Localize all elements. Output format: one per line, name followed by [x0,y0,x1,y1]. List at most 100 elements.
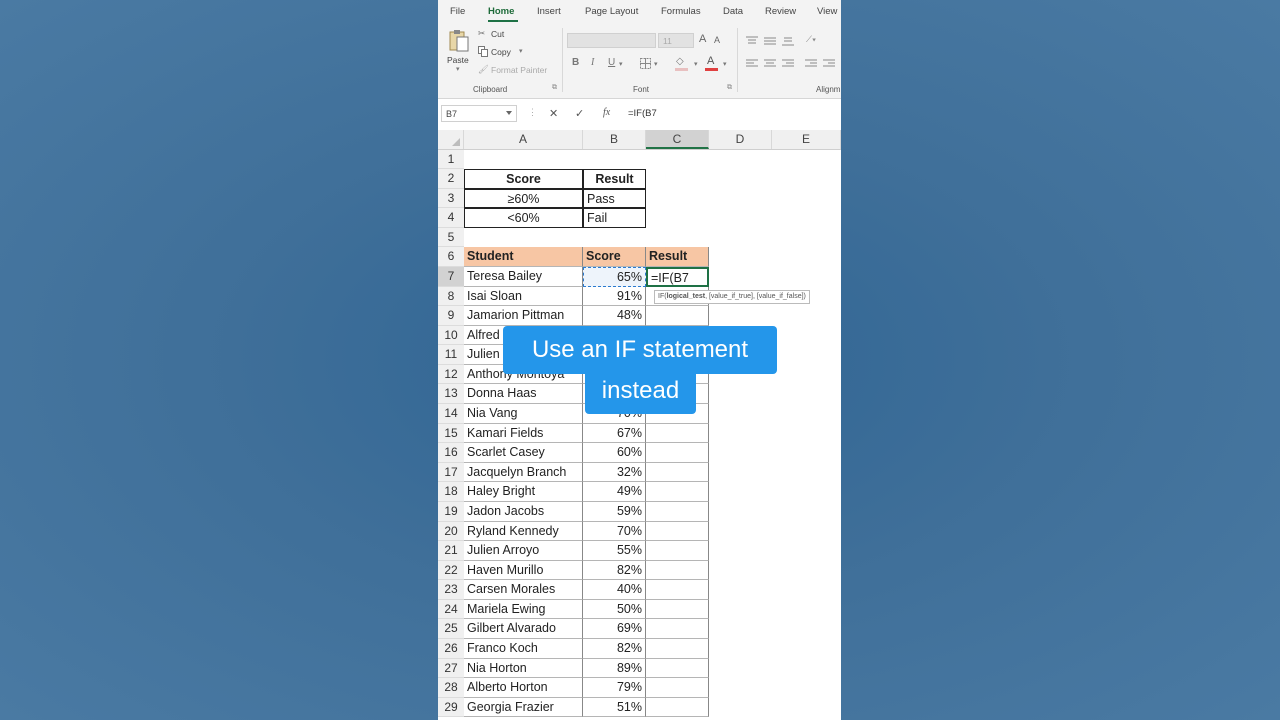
student-name-cell[interactable]: Nia Vang [464,404,583,424]
row-header-28[interactable]: 28 [438,678,464,698]
result-cell[interactable] [646,678,709,698]
tab-formulas[interactable]: Formulas [661,6,701,17]
result-cell[interactable] [646,639,709,659]
row-header-8[interactable]: 8 [438,286,464,307]
score-cell[interactable]: 70% [583,521,646,542]
column-header-d[interactable]: D [709,130,772,149]
result-cell[interactable] [646,619,709,639]
underline-button[interactable]: U [608,57,615,68]
result-cell[interactable] [646,658,709,679]
student-name-cell[interactable]: Isai Sloan [464,286,583,307]
criteria-header-result[interactable]: Result [583,169,646,189]
row-header-16[interactable]: 16 [438,443,464,463]
align-top-icon[interactable] [746,36,758,46]
row-header-24[interactable]: 24 [438,599,464,620]
align-left-icon[interactable] [746,59,758,69]
student-name-cell[interactable]: Nia Horton [464,658,583,679]
row-header-1[interactable]: 1 [438,149,464,170]
student-name-cell[interactable]: Jamarion Pittman [464,306,583,326]
student-name-cell[interactable]: Georgia Frazier [464,697,583,718]
criteria-result-cell[interactable]: Pass [583,188,646,209]
orientation-icon[interactable]: ⟋▾ [806,34,816,45]
column-header-c[interactable]: C [646,130,709,149]
formula-input[interactable]: =IF(B7 [628,108,657,119]
borders-dropdown-icon[interactable]: ▾ [654,60,658,68]
criteria-score-cell[interactable]: <60% [464,208,583,228]
score-cell[interactable]: 49% [583,482,646,502]
score-cell[interactable]: 82% [583,560,646,581]
score-cell[interactable]: 40% [583,580,646,600]
align-middle-icon[interactable] [764,36,776,46]
score-cell[interactable]: 79% [583,678,646,698]
result-cell[interactable] [646,482,709,502]
student-name-cell[interactable]: Teresa Bailey [464,266,583,287]
align-center-icon[interactable] [764,59,776,69]
student-name-cell[interactable]: Ryland Kennedy [464,521,583,542]
row-header-18[interactable]: 18 [438,482,464,502]
tab-insert[interactable]: Insert [537,6,561,17]
student-name-cell[interactable]: Alberto Horton [464,678,583,698]
result-cell[interactable] [646,697,709,718]
row-header-13[interactable]: 13 [438,384,464,405]
row-header-17[interactable]: 17 [438,462,464,483]
student-name-cell[interactable]: Gilbert Alvarado [464,619,583,639]
row-header-26[interactable]: 26 [438,639,464,659]
score-cell[interactable]: 69% [583,619,646,639]
italic-button[interactable]: I [591,57,594,68]
row-header-3[interactable]: 3 [438,188,464,209]
student-name-cell[interactable]: Jadon Jacobs [464,501,583,522]
tab-page-layout[interactable]: Page Layout [585,6,638,17]
column-header-e[interactable]: E [772,130,841,149]
criteria-result-cell[interactable]: Fail [583,208,646,228]
score-cell[interactable]: 50% [583,599,646,620]
row-header-22[interactable]: 22 [438,560,464,581]
student-name-cell[interactable]: Scarlet Casey [464,443,583,463]
fill-color-dropdown-icon[interactable]: ▾ [694,60,698,68]
row-header-21[interactable]: 21 [438,541,464,561]
column-header-a[interactable]: A [464,130,583,149]
font-name-select[interactable] [567,33,656,48]
cancel-formula-button[interactable]: ✕ [549,107,558,120]
row-header-29[interactable]: 29 [438,697,464,718]
result-cell[interactable] [646,306,709,326]
student-name-cell[interactable]: Kamari Fields [464,423,583,444]
tab-home[interactable]: Home [488,6,514,17]
row-header-7[interactable]: 7 [438,266,464,287]
row-header-11[interactable]: 11 [438,345,464,365]
tab-file[interactable]: File [450,6,465,17]
tab-data[interactable]: Data [723,6,743,17]
row-header-25[interactable]: 25 [438,619,464,639]
row-header-9[interactable]: 9 [438,306,464,326]
decrease-indent-icon[interactable] [805,59,817,69]
score-cell[interactable]: 60% [583,443,646,463]
shrink-font-button[interactable]: A [714,35,720,45]
borders-icon[interactable] [640,58,652,70]
underline-dropdown-icon[interactable]: ▾ [619,60,623,68]
align-bottom-icon[interactable] [782,36,794,46]
score-cell[interactable]: 67% [583,423,646,444]
enter-formula-button[interactable]: ✓ [575,107,584,120]
worksheet-grid[interactable]: A B C D E 1 2 3 4 5 6 7 8 9 10 11 12 13 14 15 16 17 18 19 2… [438,130,841,720]
score-cell[interactable]: 91% [583,286,646,307]
student-name-cell[interactable]: Jacquelyn Branch [464,462,583,483]
result-cell[interactable] [646,462,709,483]
result-cell[interactable] [646,501,709,522]
fill-color-button[interactable]: ◇ [675,56,691,72]
student-name-cell[interactable]: Carsen Morales [464,580,583,600]
criteria-score-cell[interactable]: ≥60% [464,188,583,209]
active-result-cell[interactable]: =IF(B7 [646,266,709,287]
student-name-cell[interactable]: Donna Haas [464,384,583,405]
student-name-cell[interactable]: Franco Koch [464,639,583,659]
dialog-launcher-icon[interactable]: ⧉ [552,84,557,92]
row-header-15[interactable]: 15 [438,423,464,444]
criteria-header-score[interactable]: Score [464,169,583,189]
row-header-19[interactable]: 19 [438,501,464,522]
result-cell[interactable] [646,541,709,561]
grow-font-button[interactable]: A [699,33,706,45]
score-cell[interactable]: 48% [583,306,646,326]
font-color-dropdown-icon[interactable]: ▾ [723,60,727,68]
student-name-cell[interactable]: Haven Murillo [464,560,583,581]
bold-button[interactable]: B [572,57,579,68]
student-name-cell[interactable]: Mariela Ewing [464,599,583,620]
font-dialog-launcher-icon[interactable]: ⧉ [727,84,732,92]
